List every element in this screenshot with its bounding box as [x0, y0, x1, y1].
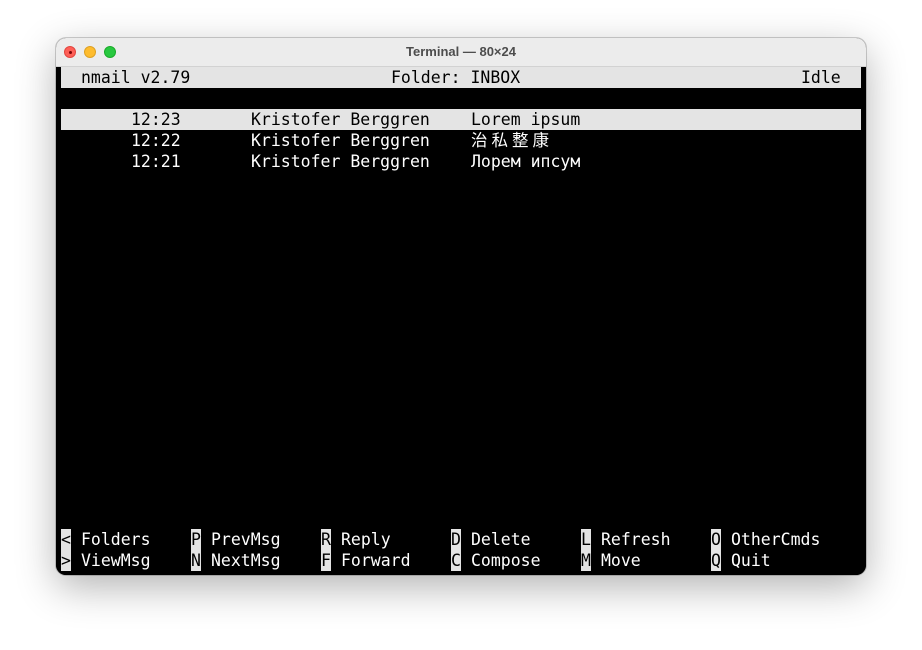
- help-bar-row-2: > ViewMsg N NextMsg F Forward C Compose …: [61, 550, 861, 571]
- app-version: nmail v2.79: [81, 68, 191, 87]
- message-row[interactable]: 12:22 Kristofer Berggren 治私整康: [61, 130, 861, 151]
- help-label-delete: Delete: [471, 530, 531, 549]
- help-label-forward: Forward: [341, 551, 411, 570]
- message-time: 12:22: [131, 131, 181, 150]
- terminal-screen[interactable]: nmail v2.79 Folder: INBOX Idle 12:23 Kri…: [56, 67, 866, 575]
- key-nextmsg[interactable]: N: [191, 550, 201, 571]
- terminal-window: Terminal — 80×24 nmail v2.79 Folder: INB…: [56, 38, 866, 575]
- key-quit[interactable]: Q: [711, 550, 721, 571]
- key-prevmsg[interactable]: P: [191, 529, 201, 550]
- message-row-selected[interactable]: 12:23 Kristofer Berggren Lorem ipsum: [61, 109, 861, 130]
- window-title: Terminal — 80×24: [406, 44, 516, 59]
- key-refresh[interactable]: L: [581, 529, 591, 550]
- key-move[interactable]: M: [581, 550, 591, 571]
- status-text: Idle: [801, 68, 841, 87]
- message-subject: 治私整康: [471, 131, 553, 150]
- help-bar-row-1: < Folders P PrevMsg R Reply D Delete L R…: [61, 529, 861, 550]
- key-folders[interactable]: <: [61, 529, 71, 550]
- key-othercmds[interactable]: O: [711, 529, 721, 550]
- help-label-othercmds: OtherCmds: [731, 530, 821, 549]
- message-subject: Lorem ipsum: [471, 110, 581, 129]
- message-from: Kristofer Berggren: [251, 110, 430, 129]
- message-from: Kristofer Berggren: [251, 131, 430, 150]
- message-row[interactable]: 12:21 Kristofer Berggren Лорем ипсум: [61, 151, 861, 172]
- help-label-move: Move: [601, 551, 641, 570]
- help-label-compose: Compose: [471, 551, 541, 570]
- title-bar[interactable]: Terminal — 80×24: [56, 38, 866, 67]
- help-label-viewmsg: ViewMsg: [81, 551, 151, 570]
- help-label-prevmsg: PrevMsg: [211, 530, 281, 549]
- help-label-folders: Folders: [81, 530, 151, 549]
- help-label-reply: Reply: [341, 530, 391, 549]
- message-time: 12:21: [131, 152, 181, 171]
- folder-label: Folder: INBOX: [391, 68, 521, 87]
- help-label-quit: Quit: [731, 551, 771, 570]
- help-label-nextmsg: NextMsg: [211, 551, 281, 570]
- key-reply[interactable]: R: [321, 529, 331, 550]
- message-from: Kristofer Berggren: [251, 152, 430, 171]
- help-label-refresh: Refresh: [601, 530, 671, 549]
- message-subject: Лорем ипсум: [471, 152, 581, 171]
- key-compose[interactable]: C: [451, 550, 461, 571]
- key-viewmsg[interactable]: >: [61, 550, 71, 571]
- key-delete[interactable]: D: [451, 529, 461, 550]
- message-time: 12:23: [131, 110, 181, 129]
- key-forward[interactable]: F: [321, 550, 331, 571]
- status-header: nmail v2.79 Folder: INBOX Idle: [61, 67, 861, 88]
